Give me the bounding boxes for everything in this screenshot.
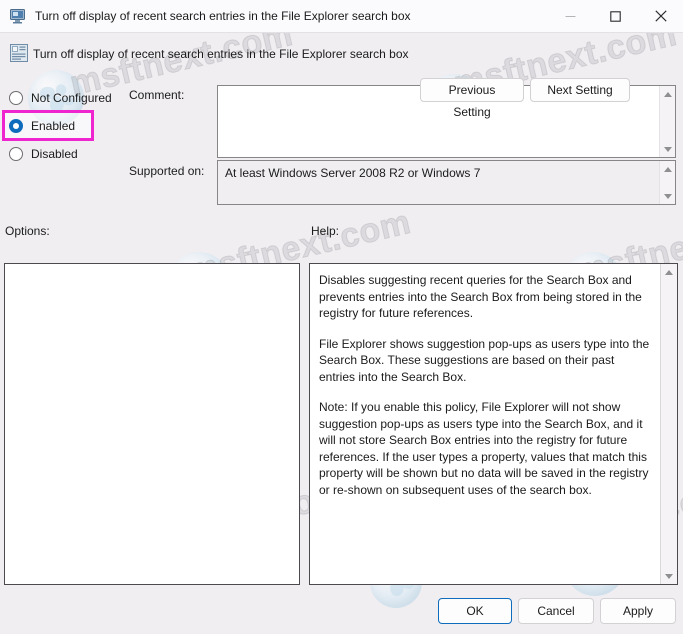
options-panel-content (5, 264, 299, 280)
supported-on-textbox: At least Windows Server 2008 R2 or Windo… (217, 160, 676, 205)
help-scrollbar[interactable] (660, 264, 677, 584)
scroll-up-icon[interactable] (660, 86, 676, 102)
help-label: Help: (311, 224, 340, 238)
help-panel: Disables suggesting recent queries for t… (309, 263, 678, 585)
window-title: Turn off display of recent search entrie… (35, 9, 411, 23)
computer-monitor-icon (10, 8, 27, 24)
scroll-down-icon[interactable] (660, 141, 676, 157)
maximize-button[interactable] (593, 0, 638, 32)
radio-disabled[interactable]: Disabled (9, 144, 78, 164)
comment-scrollbar[interactable] (659, 86, 675, 157)
apply-button[interactable]: Apply (600, 598, 676, 624)
help-text-content: Disables suggesting recent queries for t… (310, 264, 660, 584)
radio-not-configured[interactable]: Not Configured (9, 88, 112, 108)
previous-setting-button[interactable]: Previous Setting (420, 78, 524, 119)
close-button[interactable] (638, 0, 683, 32)
radio-disabled-label: Disabled (31, 147, 78, 161)
scroll-down-icon[interactable] (660, 188, 676, 204)
radio-enabled-label: Enabled (31, 119, 76, 133)
comment-label: Comment: (129, 88, 185, 102)
help-paragraph: Disables suggesting recent queries for t… (319, 273, 642, 320)
policy-setting-title: Turn off display of recent search entrie… (33, 47, 409, 61)
supported-on-value: At least Windows Server 2008 R2 or Windo… (225, 166, 481, 180)
next-setting-button[interactable]: Next Setting (530, 78, 630, 102)
supported-on-scrollbar[interactable] (659, 161, 675, 204)
options-label: Options: (5, 224, 50, 238)
help-paragraph: Note: If you enable this policy, File Ex… (319, 400, 649, 497)
minimize-button[interactable] (548, 0, 593, 32)
supported-on-label: Supported on: (129, 164, 205, 178)
radio-not-configured-indicator[interactable] (9, 91, 23, 105)
scroll-down-icon[interactable] (661, 568, 677, 584)
policy-header-bar: Turn off display of recent search entrie… (0, 33, 683, 119)
radio-enabled-indicator[interactable] (9, 119, 23, 133)
radio-disabled-indicator[interactable] (9, 147, 23, 161)
options-panel[interactable] (4, 263, 300, 585)
window-title-bar: Turn off display of recent search entrie… (0, 0, 683, 33)
radio-enabled[interactable]: Enabled (9, 116, 75, 136)
group-policy-setting-icon (10, 44, 28, 62)
ok-button[interactable]: OK (438, 598, 512, 624)
help-paragraph: File Explorer shows suggestion pop-ups a… (319, 336, 650, 384)
scroll-up-icon[interactable] (661, 264, 677, 280)
scroll-up-icon[interactable] (660, 161, 676, 177)
cancel-button[interactable]: Cancel (518, 598, 594, 624)
radio-not-configured-label: Not Configured (31, 91, 112, 105)
